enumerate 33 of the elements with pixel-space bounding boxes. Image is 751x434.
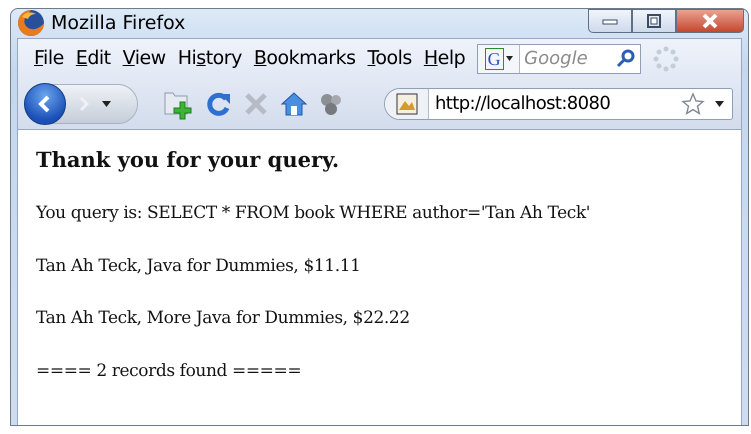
history-dropdown-icon[interactable] [102,100,111,106]
window-title: Mozilla Firefox [51,11,186,36]
search-engine-icon[interactable]: G [484,48,504,70]
home-icon [280,90,308,118]
throbber-icon [653,46,680,72]
caret-icon [506,56,513,61]
menu-item[interactable]: History [172,44,248,73]
close-icon [701,13,719,29]
address-bar[interactable]: http://localhost:8080 [384,88,733,120]
result-text: Tan Ah Teck, Java for Dummies, $11.11 [36,254,362,278]
site-icon [396,92,418,114]
back-button[interactable] [24,82,66,124]
star-icon[interactable] [681,92,705,116]
menu-item[interactable]: Bookmarks [248,44,362,73]
menu-item[interactable]: Tools [362,44,418,73]
menu-item[interactable]: File [28,44,70,73]
minimize-button[interactable] [588,9,632,33]
search-field[interactable]: G Google [477,44,642,74]
result-text: ==== 2 records found ===== [36,360,302,382]
menu-item[interactable]: Edit [70,44,117,73]
maximize-button[interactable] [632,9,676,33]
menu-item[interactable]: Help [418,44,472,73]
dropdown-icon[interactable] [715,100,724,106]
menu-item[interactable]: View [116,44,172,73]
result-text: Tan Ah Teck, More Java for Dummies, $22.22 [36,307,411,330]
home-button[interactable] [280,90,308,118]
close-button[interactable] [676,9,744,33]
search-icon[interactable] [616,48,636,68]
maximize-icon [647,14,661,28]
minimize-icon [602,17,618,25]
result-text: You query is: SELECT * FROM book WHERE author='Tan Ah Teck' [36,202,592,225]
page-heading: Thank you for your query. [36,146,340,174]
globe-icon [17,9,45,38]
